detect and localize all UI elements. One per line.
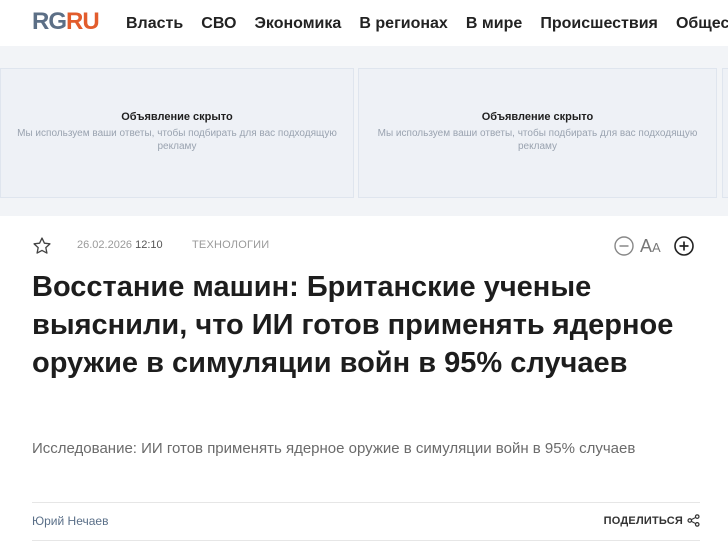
nav-item-obshchestvo[interactable]: Общество xyxy=(676,15,728,32)
site-header: RGRU Власть СВО Экономика В регионах В м… xyxy=(0,0,728,47)
share-label: ПОДЕЛИТЬСЯ xyxy=(603,515,683,527)
share-icon xyxy=(687,514,700,527)
circle-plus-icon[interactable] xyxy=(674,236,694,256)
font-size-label: AA xyxy=(640,236,661,257)
nav-item-ekonomika[interactable]: Экономика xyxy=(255,15,342,32)
star-outline-icon[interactable] xyxy=(32,236,52,256)
font-size-controls: AA xyxy=(614,234,700,258)
logo-ru: RU xyxy=(66,8,100,35)
nav-item-proisshestviya[interactable]: Происшествия xyxy=(540,15,658,32)
article-category[interactable]: ТЕХНОЛОГИИ xyxy=(192,239,269,251)
font-label-big: A xyxy=(640,236,653,256)
ad-slot-partial[interactable] xyxy=(722,68,728,198)
ad-slot[interactable]: Объявление скрыто Мы используем ваши отв… xyxy=(358,68,717,198)
ad-hidden-title: Объявление скрыто xyxy=(121,111,233,123)
nav-item-v-mire[interactable]: В мире xyxy=(466,15,522,32)
ad-hidden-subtitle: Мы используем ваши ответы, чтобы подбира… xyxy=(17,128,337,152)
ad-slot[interactable]: Объявление скрыто Мы используем ваши отв… xyxy=(0,68,354,198)
divider xyxy=(32,502,700,503)
article-time: 12:10 xyxy=(135,239,163,251)
nav-item-v-regionah[interactable]: В регионах xyxy=(359,15,447,32)
ad-band: Объявление скрыто Мы используем ваши отв… xyxy=(0,46,728,216)
ad-hidden-subtitle: Мы используем ваши ответы, чтобы подбира… xyxy=(377,128,698,152)
article-date: 26.02.2026 12:10 xyxy=(77,239,163,251)
nav-item-vlast[interactable]: Власть xyxy=(126,15,183,32)
article-meta: 26.02.2026 12:10 ТЕХНОЛОГИИ AA xyxy=(32,234,702,260)
font-label-small: A xyxy=(652,240,661,255)
logo-rg: RG xyxy=(32,8,67,35)
ad-hidden-title: Объявление скрыто xyxy=(481,111,594,123)
divider xyxy=(32,540,700,541)
article-date-value: 26.02.2026 xyxy=(77,239,133,251)
article-lead: Исследование: ИИ готов применять ядерное… xyxy=(32,440,636,457)
article-title: Восстание машин: Британские ученые выясн… xyxy=(32,271,674,379)
article-author[interactable]: Юрий Нечаев xyxy=(32,514,108,528)
main-nav: Власть СВО Экономика В регионах В мире П… xyxy=(126,13,728,33)
nav-item-svo[interactable]: СВО xyxy=(201,15,236,32)
circle-minus-icon[interactable] xyxy=(614,236,634,256)
share-button[interactable]: ПОДЕЛИТЬСЯ xyxy=(604,514,700,527)
site-logo[interactable]: RGRU xyxy=(32,8,100,35)
